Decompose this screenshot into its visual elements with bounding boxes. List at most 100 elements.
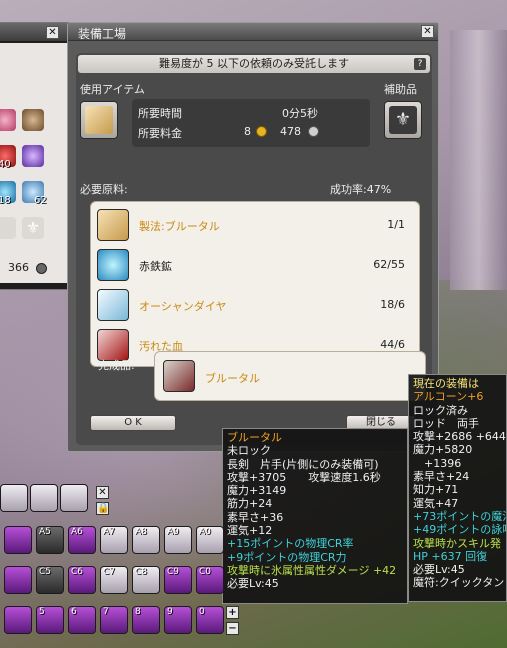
skill-slot[interactable] xyxy=(4,606,32,634)
background-pillar xyxy=(450,30,507,290)
hotkey-label: 6 xyxy=(71,607,77,617)
gold-amount: 366 xyxy=(8,261,29,274)
help-button[interactable]: ? xyxy=(414,58,426,70)
skill-slot[interactable]: A7 xyxy=(100,526,128,554)
diamond-icon xyxy=(97,289,129,321)
hotkey-label: 8 xyxy=(135,607,141,617)
tooltip-line: 素早さ+24 xyxy=(413,470,470,484)
hotkey-label: C6 xyxy=(71,567,84,577)
item-tooltip: ブルータル 未ロック 長剣 片手(片側にのみ装備可) 攻撃+3705 攻撃速度1… xyxy=(222,428,408,604)
skill-slot[interactable] xyxy=(4,526,32,554)
skill-slot[interactable]: A8 xyxy=(132,526,160,554)
material-name: オーシャンダイヤ xyxy=(139,300,227,313)
tooltip-line: アルコーン+6 xyxy=(413,390,484,404)
inventory-count: 62 xyxy=(34,195,47,206)
plus-icon[interactable]: + xyxy=(226,606,239,619)
recipe-scroll-icon xyxy=(97,209,129,241)
skill-slot[interactable] xyxy=(60,484,88,512)
tooltip-line: ロック済み xyxy=(413,403,468,417)
close-icon[interactable]: ✕ xyxy=(421,25,434,38)
skill-slot[interactable]: A0 xyxy=(196,526,224,554)
skill-slot[interactable] xyxy=(0,484,28,512)
material-row[interactable]: 赤鉄鉱 62/55 xyxy=(95,248,415,284)
success-rate: 成功率:47% xyxy=(330,183,392,196)
tooltip-line: 知力+71 xyxy=(413,483,459,497)
inventory-gold: 366 xyxy=(8,261,47,274)
current-equipment-tooltip: 現在の装備は アルコーン+6 ロック済み ロッド 両手 攻撃+2686 +644… xyxy=(408,374,507,602)
hotkey-label: C0 xyxy=(199,567,212,577)
skill-slot[interactable]: 7 xyxy=(100,606,128,634)
skill-slot[interactable]: A5 xyxy=(36,526,64,554)
material-count: 18/6 xyxy=(380,298,405,311)
used-item-slot[interactable] xyxy=(80,101,118,139)
skill-slot[interactable]: 6 xyxy=(68,606,96,634)
skill-slot[interactable]: 0 xyxy=(196,606,224,634)
hotkey-label: A5 xyxy=(39,527,51,537)
tooltip-line: 攻撃時に氷属性属性ダメージ +42 xyxy=(227,563,397,577)
material-count: 44/6 xyxy=(380,338,405,351)
hotkey-label: A7 xyxy=(103,527,115,537)
skill-slot[interactable]: 9 xyxy=(164,606,192,634)
tooltip-line: 魔力+5820 xyxy=(413,443,473,457)
result-name: ブルータル xyxy=(205,372,260,385)
inventory-slot[interactable] xyxy=(0,109,16,131)
inventory-titlebar[interactable]: ✕ xyxy=(0,23,71,41)
lock-icon[interactable]: 🔒 xyxy=(96,502,109,515)
support-item-slot[interactable]: ⚜ xyxy=(384,101,422,139)
skill-slot[interactable]: A6 xyxy=(68,526,96,554)
tooltip-line: +73ポイントの魔法 xyxy=(413,509,507,523)
close-icon[interactable]: ✕ xyxy=(96,486,109,499)
support-item-label: 補助品 xyxy=(384,83,417,96)
minus-icon[interactable]: − xyxy=(226,622,239,635)
inventory-count: 40 xyxy=(0,159,11,170)
tooltip-line: 必要Lv:45 xyxy=(413,563,465,577)
skill-slot[interactable]: 5 xyxy=(36,606,64,634)
hotkey-label: 0 xyxy=(199,607,205,617)
skill-slot[interactable] xyxy=(30,484,58,512)
skill-slot[interactable] xyxy=(4,566,32,594)
tooltip-line: 運気+12 xyxy=(227,524,273,538)
fee-value-2: 478 xyxy=(280,125,301,138)
crafting-titlebar[interactable]: 装備工場 ✕ xyxy=(68,23,438,41)
skill-slot[interactable]: C8 xyxy=(132,566,160,594)
material-count: 62/55 xyxy=(373,258,405,271)
skill-slot[interactable]: C6 xyxy=(68,566,96,594)
tooltip-line: HP +637 回復 xyxy=(413,549,488,563)
hotkey-label: 9 xyxy=(167,607,173,617)
skill-slot[interactable]: 8 xyxy=(132,606,160,634)
skill-slot[interactable]: C0 xyxy=(196,566,224,594)
hotkey-label: C5 xyxy=(39,567,52,577)
material-count: 1/1 xyxy=(387,218,405,231)
ok-button[interactable]: O K xyxy=(90,415,176,431)
fee-value-1: 8 xyxy=(244,125,251,138)
hotkey-label: C9 xyxy=(167,567,180,577)
tooltip-line: ロッド 両手 xyxy=(413,416,479,430)
tooltip-line: 攻撃+2686 +644 xyxy=(413,430,506,444)
tooltip-line: ブルータル xyxy=(227,431,282,444)
tooltip-line: 運気+47 xyxy=(413,496,459,510)
material-row[interactable]: 製法:ブルータル 1/1 xyxy=(95,208,415,244)
window-title: 装備工場 xyxy=(78,27,127,41)
tooltip-line: 未ロック xyxy=(227,444,271,458)
notice-bar: 難易度が 5 以下の依頼のみ受託します ? xyxy=(78,55,430,73)
material-row[interactable]: オーシャンダイヤ 18/6 xyxy=(95,288,415,324)
material-name: 製法:ブルータル xyxy=(139,220,220,233)
gold-coin-icon xyxy=(256,126,267,137)
skill-slot[interactable]: C5 xyxy=(36,566,64,594)
tooltip-line: 現在の装備は xyxy=(413,377,479,390)
tooltip-line: +49ポイントの詠唱 xyxy=(413,523,507,537)
close-icon[interactable]: ✕ xyxy=(46,26,59,39)
skill-slot[interactable]: C9 xyxy=(164,566,192,594)
skill-slot[interactable]: A9 xyxy=(164,526,192,554)
inventory-slot[interactable] xyxy=(22,109,44,131)
materials-panel: 製法:ブルータル 1/1 赤鉄鉱 62/55 オーシャンダイヤ 18/6 汚れた… xyxy=(90,201,420,367)
tooltip-line: 必要Lv:45 xyxy=(227,577,279,591)
time-label: 所要時間 xyxy=(138,107,182,120)
fleur-de-lis-icon[interactable]: ⚜ xyxy=(22,217,44,239)
inventory-slot[interactable] xyxy=(0,217,16,239)
inventory-slot[interactable] xyxy=(22,145,44,167)
hotkey-label: A6 xyxy=(71,527,83,537)
sword-icon[interactable] xyxy=(163,360,195,392)
result-panel: ブルータル xyxy=(154,351,426,401)
skill-slot[interactable]: C7 xyxy=(100,566,128,594)
